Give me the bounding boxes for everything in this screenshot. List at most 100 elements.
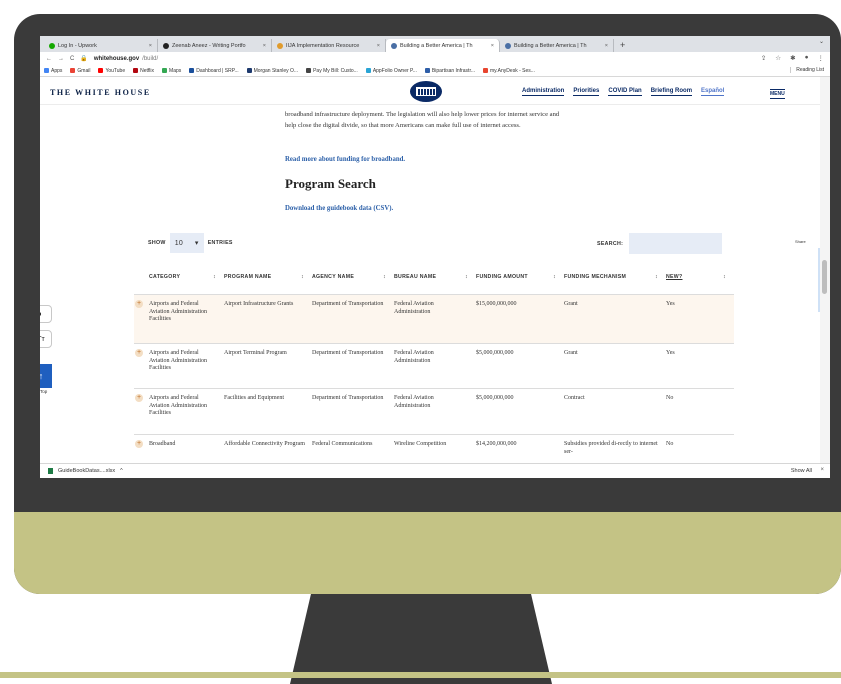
bookmark-gmail[interactable]: Gmail: [70, 68, 90, 74]
share-page-icon[interactable]: ⇪: [761, 54, 766, 62]
bookmark-bipartisan[interactable]: Bipartisan Infrastr...: [424, 67, 475, 74]
nav-administration[interactable]: Administration: [522, 88, 565, 96]
upwork-icon: [49, 42, 55, 49]
download-csv-link[interactable]: Download the guidebook data (CSV).: [285, 205, 393, 212]
show-all-button[interactable]: Show All: [791, 468, 812, 474]
bookmark-maps[interactable]: Maps: [162, 68, 181, 74]
profile-avatar-icon[interactable]: ●: [805, 54, 809, 62]
table-row[interactable]: + Airports and Federal Aviation Administ…: [134, 389, 734, 435]
forward-icon[interactable]: →: [58, 56, 64, 62]
th-category[interactable]: CATEGORY ↕: [134, 274, 224, 280]
bookmark-label: Bipartisan Infrastr...: [431, 67, 475, 74]
extensions-icon[interactable]: ✱: [790, 54, 795, 62]
expand-row-icon[interactable]: +: [135, 440, 143, 448]
bookmark-label: Gmail: [77, 67, 91, 74]
sort-icon: ↕: [723, 274, 726, 280]
th-label: AGENCY NAME: [312, 274, 355, 280]
text-size-icon[interactable]: Tт: [40, 330, 52, 348]
site-brand[interactable]: THE WHITE HOUSE: [50, 88, 151, 97]
chevron-down-icon: ▾: [194, 240, 199, 247]
tab-iija[interactable]: IIJA Implementation Resource ×: [272, 39, 386, 52]
contrast-toggle-icon[interactable]: ◐: [40, 305, 52, 323]
reading-list-button[interactable]: Reading List: [790, 67, 824, 73]
whitehouse-icon: [391, 42, 397, 49]
nav-espanol[interactable]: Español: [701, 88, 725, 96]
cell-mechanism: Contract: [564, 395, 585, 401]
whitehouse-seal-icon[interactable]: [410, 81, 442, 102]
tab-portfolio[interactable]: Zeenab Aneez - Writing Portfo ×: [158, 39, 272, 52]
read-more-link[interactable]: Read more about funding for broadband.: [285, 156, 405, 163]
browser-menu-icon[interactable]: ⋮: [818, 54, 825, 62]
bookmark-star-icon[interactable]: ☆: [775, 54, 781, 62]
cell-amount: $5,000,000,000: [476, 350, 514, 356]
close-icon[interactable]: ×: [263, 43, 266, 49]
address-bar: ← → C 🔒 whitehouse.gov/build/ ⇪ ☆ ✱ ● ⋮: [40, 52, 830, 65]
th-bureau-name[interactable]: BUREAU NAME ↕: [394, 274, 476, 280]
bookmark-appfolio[interactable]: AppFolio Owner P...: [365, 68, 417, 74]
bookmark-pay-bill[interactable]: Pay My Bill: Custo...: [306, 68, 358, 74]
tab-building-america[interactable]: Building a Better America | Th ×: [500, 39, 614, 52]
table-row[interactable]: + Broadband Affordable Connectivity Prog…: [134, 435, 734, 463]
google-icon: [70, 68, 76, 73]
chevron-up-icon[interactable]: ^: [120, 468, 123, 474]
sort-icon: ↕: [553, 274, 556, 280]
cell-bureau: Federal Aviation Administration: [394, 395, 434, 409]
tab-search-chevron-icon[interactable]: ⌄: [819, 38, 824, 45]
tab-building-america-active[interactable]: Building a Better America | Th ×: [386, 39, 500, 52]
expand-row-icon[interactable]: +: [135, 394, 143, 402]
th-new[interactable]: NEW? ↕: [666, 274, 734, 280]
close-icon[interactable]: ×: [377, 43, 380, 49]
expand-row-icon[interactable]: +: [135, 300, 143, 308]
back-to-top-button[interactable]: ↑: [40, 364, 52, 388]
th-program-name[interactable]: PROGRAM NAME ↕: [224, 274, 312, 280]
th-label: CATEGORY: [149, 274, 181, 280]
cell-amount: $14,200,000,000: [476, 441, 517, 447]
table-row[interactable]: + Airports and Federal Aviation Administ…: [134, 344, 734, 389]
back-icon[interactable]: ←: [46, 56, 52, 62]
bookmark-anydesk[interactable]: my.AnyDesk - Ses...: [483, 68, 535, 74]
cell-category: Airports and Federal Aviation Administra…: [149, 350, 208, 372]
th-agency-name[interactable]: AGENCY NAME ↕: [312, 274, 394, 280]
entries-select[interactable]: 10 ▾: [169, 233, 204, 253]
cell-agency: Federal Communications: [312, 441, 373, 447]
scrollbar-thumb[interactable]: [822, 260, 827, 294]
menu-button[interactable]: MENU: [770, 89, 785, 99]
bookmark-label: YouTube: [105, 67, 126, 74]
bookmark-label: Apps: [51, 67, 63, 74]
reload-icon[interactable]: C: [70, 56, 74, 62]
download-file-name[interactable]: GuideBookDatas....xlsx: [58, 468, 115, 474]
bookmark-youtube[interactable]: YouTube: [98, 68, 125, 74]
new-tab-button[interactable]: +: [614, 39, 631, 52]
nav-briefing-room[interactable]: Briefing Room: [650, 88, 693, 96]
main-nav: Administration Priorities COVID Plan Bri…: [522, 88, 725, 96]
table-row[interactable]: + Airports and Federal Aviation Administ…: [134, 294, 734, 344]
bookmark-netflix[interactable]: Netflix: [133, 68, 154, 74]
th-funding-amount[interactable]: FUNDING AMOUNT ↕: [476, 274, 564, 280]
close-icon[interactable]: ×: [605, 43, 608, 49]
cell-bureau: Wireline Competition: [394, 441, 447, 447]
close-icon[interactable]: ×: [491, 43, 494, 49]
nav-covid-plan[interactable]: COVID Plan: [608, 88, 642, 96]
url-field[interactable]: whitehouse.gov/build/: [94, 56, 158, 62]
cell-new: No: [666, 395, 674, 401]
bookmark-label: my.AnyDesk - Ses...: [490, 67, 535, 74]
arrow-up-icon: ↑: [40, 371, 44, 381]
page-scrollbar[interactable]: [820, 77, 830, 463]
site-header: THE WHITE HOUSE Administration Prioritie…: [40, 77, 830, 105]
close-icon[interactable]: ×: [149, 43, 152, 49]
monitor-stand: [290, 594, 552, 684]
bookmark-apps[interactable]: Apps: [44, 68, 62, 74]
expand-row-icon[interactable]: +: [135, 349, 143, 357]
table-search-input[interactable]: [629, 233, 722, 254]
close-downloads-icon[interactable]: ×: [820, 467, 824, 473]
browser-screen: Log In - Upwork × Zeenab Aneez - Writing …: [40, 36, 830, 478]
youtube-icon: [98, 68, 104, 73]
sort-icon: ↕: [655, 274, 658, 280]
share-label: Share: [795, 239, 806, 244]
bookmark-dashboard[interactable]: Dashboard | SRP...: [189, 68, 239, 74]
tab-upwork[interactable]: Log In - Upwork ×: [44, 39, 158, 52]
bookmark-morgan-stanley[interactable]: Morgan Stanley O...: [246, 68, 298, 74]
nav-priorities[interactable]: Priorities: [573, 88, 600, 96]
th-funding-mechanism[interactable]: FUNDING MECHANISM ↕: [564, 274, 666, 280]
tab-title: Log In - Upwork: [58, 42, 97, 49]
